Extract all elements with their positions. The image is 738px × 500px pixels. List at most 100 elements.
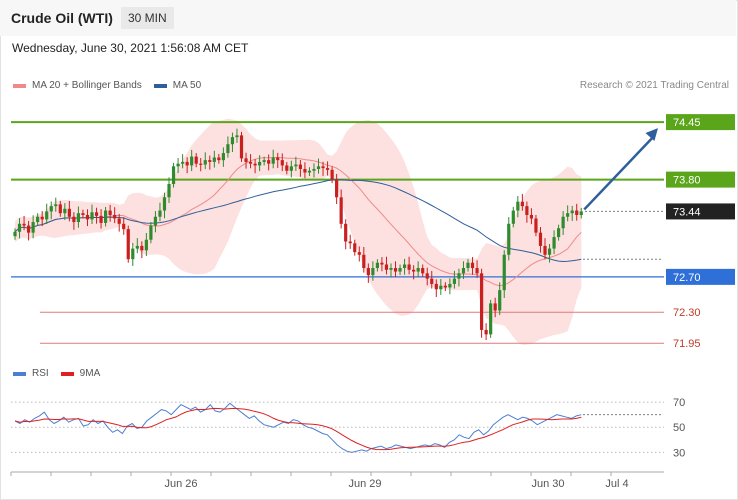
candle-body [557, 228, 561, 238]
candle-body [67, 208, 71, 217]
candle-body [443, 285, 447, 288]
candle-body [425, 273, 429, 279]
price-chart[interactable]: 74.45 73.80 73.44 72.70 72.30 71.95 70 50 30 Jun … [0, 0, 738, 500]
candle-body [58, 204, 62, 214]
candle-body [45, 211, 49, 220]
candle-body [22, 223, 26, 226]
candle-body [375, 262, 379, 269]
candle-body [185, 161, 189, 166]
candle-body [353, 243, 357, 253]
candle-body [298, 164, 302, 169]
candle-body [498, 290, 502, 311]
rsi-line [14, 402, 582, 453]
candle-body [457, 273, 461, 279]
candle-body [167, 184, 171, 198]
candle-body [416, 268, 420, 272]
candle-body [13, 231, 17, 237]
candle-body [171, 166, 176, 185]
candle-body [63, 208, 67, 214]
forecast-arrow-shaft [583, 135, 655, 211]
candle-body [76, 213, 81, 223]
candle-body [434, 283, 438, 290]
level-label-73.80: 73.80 [673, 175, 701, 187]
candle-body [366, 268, 370, 276]
candle-body [439, 285, 443, 290]
candle-body [566, 213, 570, 217]
candle-body [380, 262, 384, 265]
candle-body [176, 163, 180, 167]
candle-body [94, 212, 99, 216]
candle-body [466, 262, 470, 269]
level-label-74.45: 74.45 [673, 117, 701, 129]
candle-body [122, 223, 126, 230]
candle-body [570, 210, 574, 214]
candle-body [407, 264, 411, 270]
candle-body [244, 158, 248, 162]
candle-body [470, 262, 475, 269]
candle-body [17, 223, 22, 232]
candle-body [475, 268, 479, 274]
candle-body [85, 214, 90, 220]
candle-body [316, 166, 321, 169]
candle-body [258, 161, 262, 166]
candle-body [199, 163, 203, 165]
candle-body [253, 163, 257, 166]
x-tick-label-1: Jun 29 [348, 478, 381, 490]
candle-body [99, 215, 103, 223]
candle-body [543, 245, 547, 255]
candle-body [181, 161, 185, 164]
candle-body [520, 201, 524, 207]
candle-body [54, 204, 58, 207]
candle-body [226, 144, 230, 154]
candle-body [525, 206, 529, 215]
candle-body [448, 283, 452, 288]
x-tick-label-3: Jul 4 [605, 478, 628, 490]
candle-body [484, 329, 488, 335]
candle-body [339, 197, 343, 224]
candle-body [217, 157, 221, 161]
level-label-73.44: 73.44 [673, 206, 701, 218]
candle-body [579, 211, 583, 215]
candle-body [289, 166, 293, 171]
candle-body [267, 160, 271, 164]
candle-body [384, 264, 389, 270]
candle-body [108, 210, 112, 215]
candle-body [344, 223, 348, 242]
candle-body [430, 278, 434, 284]
candle-body [276, 157, 280, 161]
rsi-ma-line [14, 407, 582, 451]
candle-body [235, 135, 239, 138]
candle-body [357, 252, 361, 255]
candle-body [516, 201, 520, 211]
candle-body [538, 232, 543, 246]
candle-body [140, 245, 144, 251]
x-axis: Jun 26 Jun 29 Jun 30 Jul 4 [10, 471, 664, 490]
candle-body [412, 269, 416, 272]
rsi-tick-70: 70 [673, 397, 685, 409]
candle-body [534, 218, 538, 233]
candle-body [194, 156, 198, 164]
candle-body [113, 214, 117, 219]
candle-body [479, 273, 484, 330]
candle-body [303, 168, 307, 173]
candle-body [452, 278, 457, 284]
rsi-panel: 70 50 30 [11, 397, 685, 459]
candle-body [49, 206, 53, 212]
candle-body [31, 222, 35, 233]
candle-body [507, 223, 511, 255]
candle-body [230, 137, 235, 145]
candle-body [90, 212, 94, 220]
candle-body [321, 166, 325, 169]
candle-body [529, 214, 534, 219]
candle-body [280, 160, 284, 166]
candle-body [389, 268, 393, 270]
candle-body [325, 168, 330, 170]
candle-body [421, 268, 425, 274]
candle-body [208, 160, 212, 162]
candle-body [131, 248, 135, 260]
candle-body [72, 216, 76, 223]
candle-body [285, 165, 289, 171]
candle-body [335, 179, 339, 198]
candle-body [547, 248, 552, 255]
level-label-72.70: 72.70 [673, 272, 701, 284]
